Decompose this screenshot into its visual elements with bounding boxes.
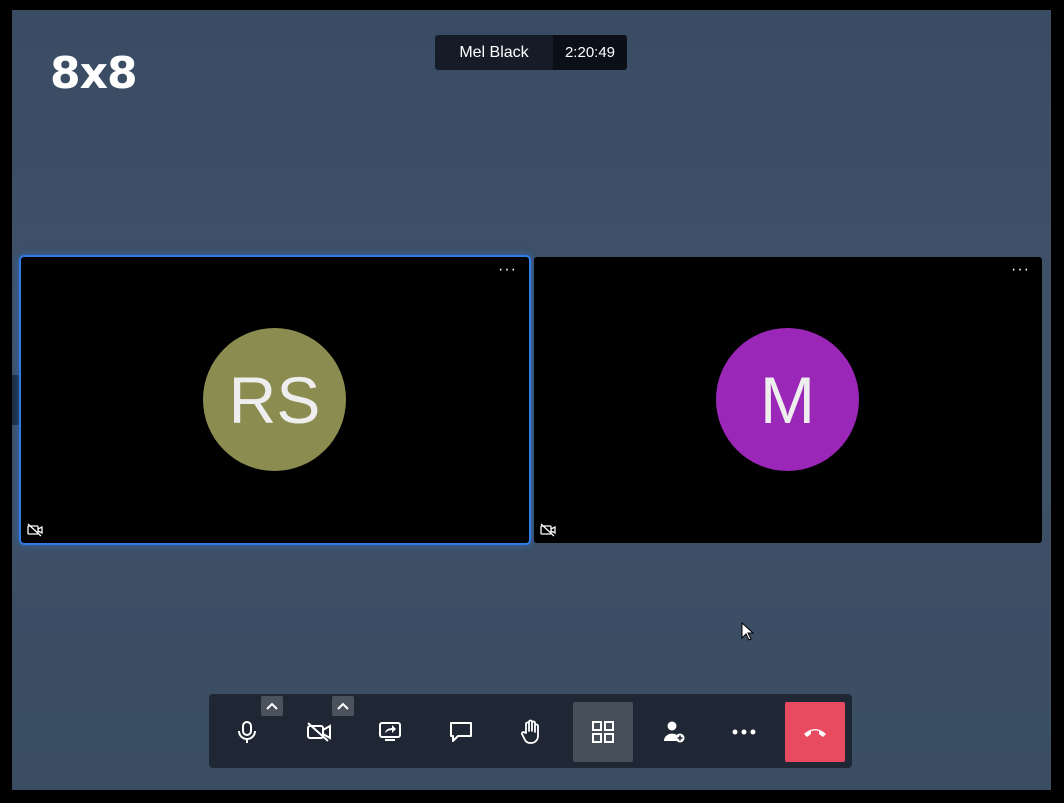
participant-tile-rs[interactable]: ··· RS	[21, 257, 529, 543]
hand-icon	[521, 719, 539, 744]
host-name: Mel Black	[459, 43, 529, 61]
more-icon	[732, 729, 756, 735]
chat-icon	[450, 722, 472, 742]
raise-hand-button[interactable]	[501, 702, 561, 762]
chevron-up-icon	[266, 702, 278, 710]
microphone-options-button[interactable]	[261, 696, 283, 716]
participant-tile-m[interactable]: ··· M	[534, 257, 1042, 543]
grid-icon	[592, 721, 614, 743]
avatar-initials: M	[760, 362, 815, 437]
avatar-initials: RS	[228, 362, 321, 437]
tile-view-button[interactable]	[573, 702, 633, 762]
call-toolbar	[209, 694, 852, 768]
chat-button[interactable]	[431, 702, 491, 762]
invite-participant-button[interactable]	[644, 702, 704, 762]
camera-options-button[interactable]	[332, 696, 354, 716]
screen-share-icon	[379, 722, 401, 741]
chevron-up-icon	[337, 702, 349, 710]
app-logo: 8x8	[50, 48, 138, 99]
meeting-title-bar: Mel Black 2:20:49	[435, 35, 627, 70]
hangup-icon	[804, 729, 826, 737]
video-muted-icon	[540, 523, 556, 537]
video-off-icon	[307, 722, 331, 742]
participant-avatar: RS	[203, 328, 346, 471]
tile-more-options-button[interactable]: ···	[1011, 262, 1030, 278]
share-screen-button[interactable]	[360, 702, 420, 762]
participant-avatar: M	[716, 328, 859, 471]
mouse-cursor-icon	[741, 622, 755, 641]
leave-call-button[interactable]	[785, 702, 845, 762]
tile-more-options-button[interactable]: ···	[498, 262, 517, 278]
add-person-icon	[663, 721, 685, 743]
video-muted-icon	[27, 523, 43, 537]
meeting-stage: 8x8 Mel Black 2:20:49 ··· RS ··· M	[12, 10, 1051, 790]
meeting-timer: 2:20:49	[553, 35, 627, 70]
more-actions-button[interactable]	[714, 702, 774, 762]
mic-icon	[238, 721, 256, 743]
